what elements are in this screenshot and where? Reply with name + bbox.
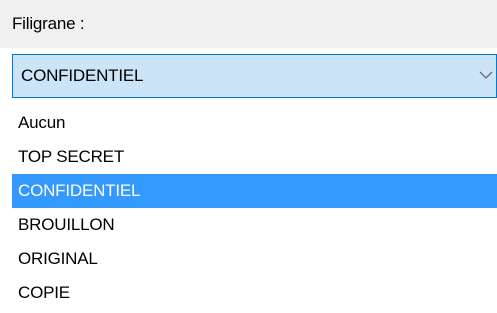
- option-aucun[interactable]: Aucun: [12, 106, 497, 140]
- watermark-combobox[interactable]: CONFIDENTIEL: [12, 54, 497, 98]
- watermark-options-list: Aucun TOP SECRET CONFIDENTIEL BROUILLON …: [12, 106, 497, 313]
- option-original[interactable]: ORIGINAL: [12, 242, 497, 276]
- chevron-down-icon[interactable]: [478, 69, 494, 81]
- option-top-secret[interactable]: TOP SECRET: [12, 140, 497, 174]
- option-brouillon[interactable]: BROUILLON: [12, 208, 497, 242]
- watermark-label: Filigrane :: [12, 14, 85, 33]
- option-copie[interactable]: COPIE: [12, 276, 497, 310]
- combo-selected-value: CONFIDENTIEL: [21, 66, 144, 85]
- option-confidentiel[interactable]: CONFIDENTIEL: [12, 174, 497, 208]
